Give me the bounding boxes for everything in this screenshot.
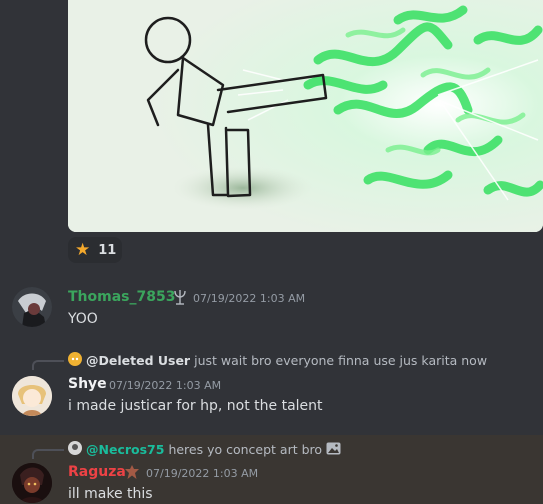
timestamp: 07/19/2022 1:03 AM (193, 292, 306, 305)
discord-icon (68, 352, 82, 369)
avatar[interactable] (12, 463, 52, 503)
message-text: ill make this (68, 486, 153, 502)
reply-connector (32, 449, 64, 459)
timestamp: 07/19/2022 1:03 AM (146, 467, 259, 480)
image-icon (326, 442, 341, 458)
reply-avatar-icon (68, 441, 82, 458)
reply-preview[interactable]: @Deleted User just wait bro everyone fin… (68, 352, 487, 369)
message-text: YOO (68, 311, 98, 327)
badge-icon (124, 464, 140, 480)
username[interactable]: Thomas_7853 (68, 289, 175, 305)
trident-icon (173, 289, 187, 305)
username[interactable]: Shye (68, 376, 107, 392)
reply-text: heres yo concept art bro (168, 442, 323, 457)
avatar[interactable] (12, 287, 52, 327)
star-icon: ★ (75, 239, 91, 260)
message-text: i made justicar for hp, not the talent (68, 398, 323, 414)
reply-username[interactable]: @Necros75 (86, 442, 164, 457)
concept-art-image[interactable] (68, 0, 543, 232)
avatar[interactable] (12, 376, 52, 416)
timestamp: 07/19/2022 1:03 AM (109, 379, 222, 392)
star-reaction[interactable]: ★ 11 (68, 237, 122, 263)
reply-connector (32, 360, 64, 370)
reaction-count: 11 (98, 242, 117, 258)
username[interactable]: Raguza (68, 464, 126, 480)
reply-text: just wait bro everyone finna use jus kar… (194, 353, 488, 368)
reply-preview[interactable]: @Necros75 heres yo concept art bro (68, 441, 341, 458)
reply-username[interactable]: @Deleted User (86, 353, 190, 368)
